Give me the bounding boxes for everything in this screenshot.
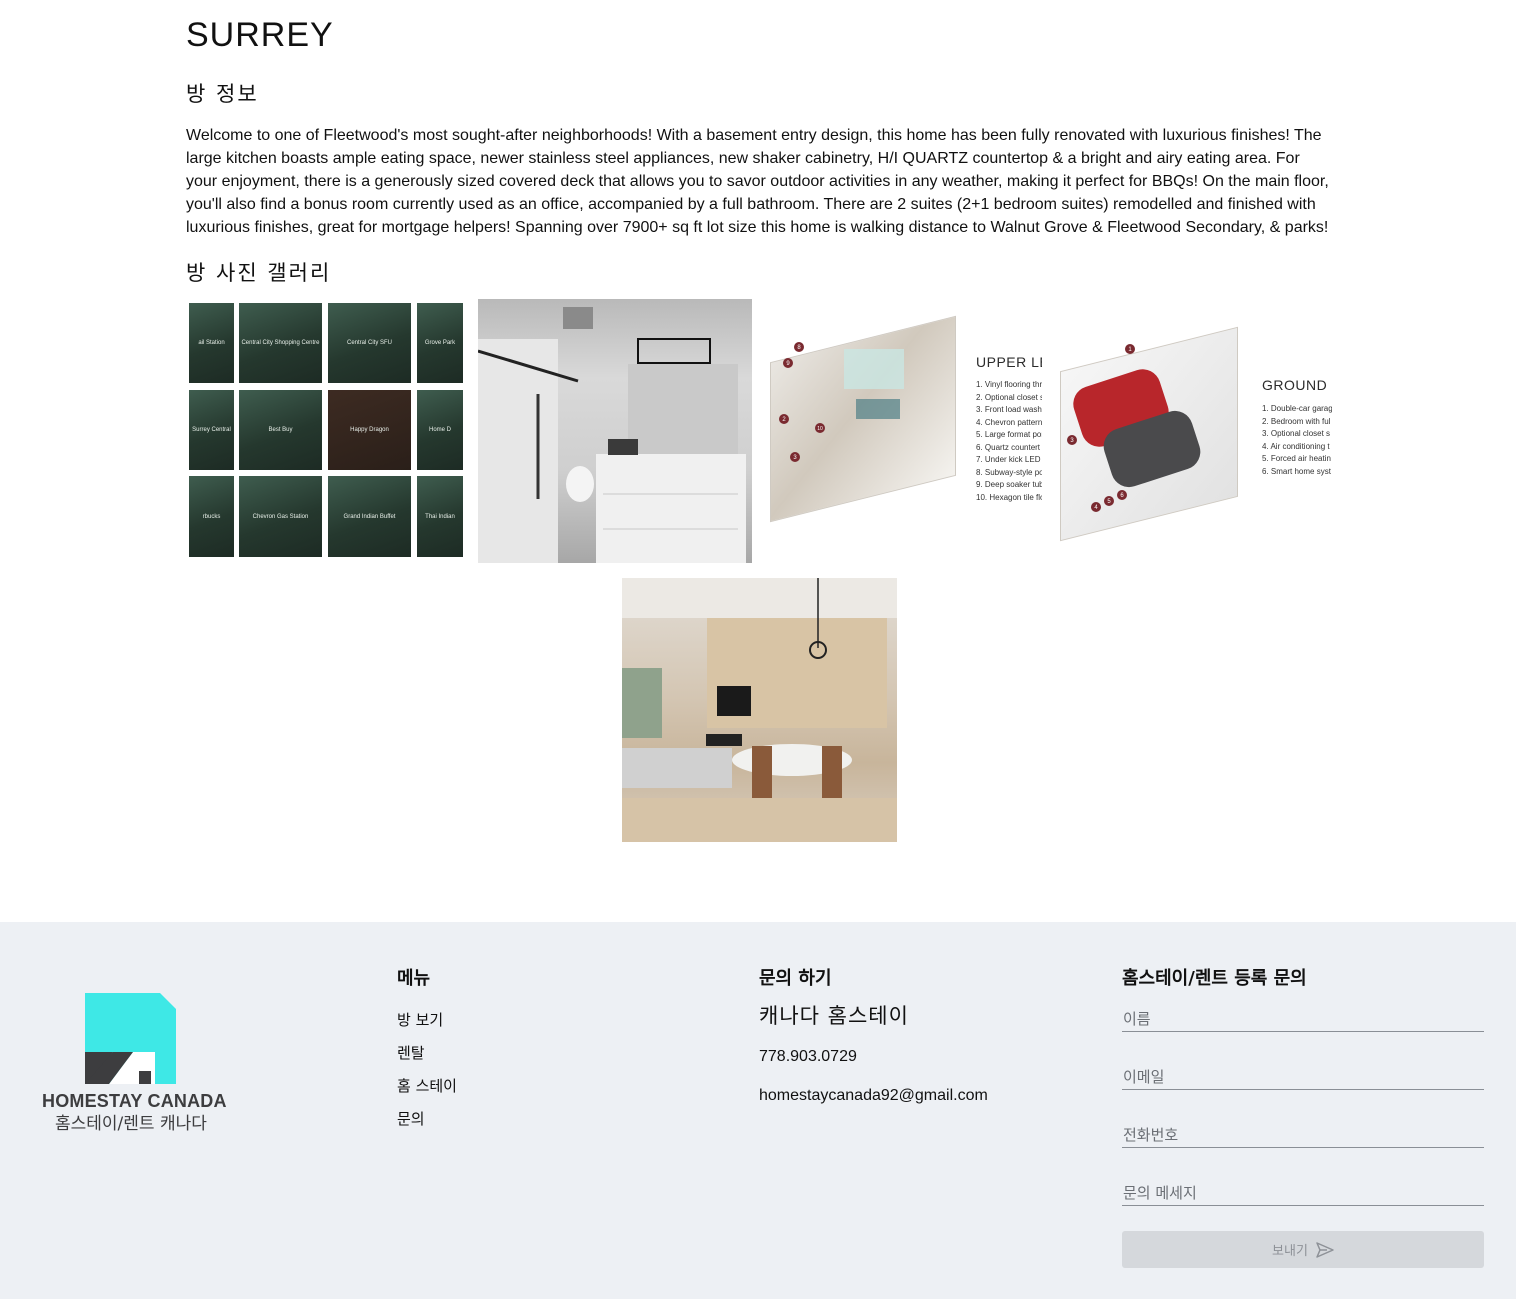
upper-level-title: UPPER LE <box>976 354 1042 370</box>
living-room-illustration <box>622 578 897 842</box>
svg-text:10: 10 <box>817 426 823 432</box>
phone-field[interactable] <box>1122 1126 1484 1148</box>
map-tile: rbucks <box>189 476 234 557</box>
send-button[interactable]: 보내기 <box>1122 1231 1484 1268</box>
contact-phone[interactable]: 778.903.0729 <box>759 1048 857 1066</box>
send-icon <box>1316 1241 1334 1258</box>
send-button-label: 보내기 <box>1272 1244 1308 1259</box>
menu-link-rooms[interactable]: 방 보기 <box>397 1009 443 1030</box>
site-footer: HOMESTAY CANADA 홈스테이/렌트 캐나다 메뉴 방 보기 렌탈 홈… <box>0 922 1516 1299</box>
name-field[interactable] <box>1122 1010 1484 1032</box>
map-tile: ail Station <box>189 303 234 383</box>
map-tile: Grove Park <box>417 303 463 383</box>
menu-heading: 메뉴 <box>397 968 431 989</box>
upper-level-features: 1. Vinyl flooring thr 2. Optional closet… <box>976 380 1042 502</box>
map-tile: Central City Shopping Centre <box>239 303 322 383</box>
gallery-photo-area-map[interactable]: ail Station Central City Shopping Centre… <box>186 299 464 561</box>
ground-level-title: GROUND L <box>1262 377 1332 393</box>
registration-form-heading: 홈스테이/렌트 등록 문의 <box>1122 968 1307 989</box>
gallery-photo-bathroom[interactable] <box>478 299 752 563</box>
contact-company-name: 캐나다 홈스테이 <box>759 1004 909 1028</box>
logo-brand-subtitle: 홈스테이/렌트 캐나다 <box>55 1114 207 1134</box>
menu-link-inquiry[interactable]: 문의 <box>397 1108 425 1129</box>
menu-link-rental[interactable]: 렌탈 <box>397 1042 425 1063</box>
homestay-logo-icon[interactable] <box>85 993 176 1084</box>
gallery-photo-ground-floorplan[interactable]: 1 3 4 5 6 GROUND L 1. Double-car garag 2… <box>1054 299 1332 563</box>
gallery-photo-living-room[interactable] <box>622 578 897 842</box>
bathroom-illustration <box>478 307 746 563</box>
map-tile: Home D <box>417 390 463 470</box>
map-tile: Best Buy <box>239 390 322 470</box>
contact-heading: 문의 하기 <box>759 968 832 989</box>
map-tile: Chevron Gas Station <box>239 476 322 557</box>
room-description: Welcome to one of Fleetwood's most sough… <box>186 127 1329 236</box>
map-tile: Thai Indian <box>417 476 463 557</box>
ground-level-features: 1. Double-car garag 2. Bedroom with ful … <box>1262 404 1332 476</box>
gallery-heading: 방 사진 갤러리 <box>186 261 332 285</box>
room-info-heading: 방 정보 <box>186 82 259 106</box>
map-tile: Surrey Central <box>189 390 234 470</box>
map-tile: Happy Dragon <box>328 390 411 470</box>
email-field[interactable] <box>1122 1068 1484 1090</box>
menu-link-homestay[interactable]: 홈 스테이 <box>397 1075 457 1096</box>
gallery-photo-upper-floorplan[interactable]: 8 9 2 10 3 UPPER LE 1. Vinyl flooring th… <box>766 299 1042 563</box>
message-field[interactable] <box>1122 1184 1484 1206</box>
map-tile: Grand Indian Buffet <box>328 476 411 557</box>
map-tile: Central City SFU <box>328 303 411 383</box>
page-title: SURREY <box>186 16 334 54</box>
contact-email[interactable]: homestaycanada92@gmail.com <box>759 1087 988 1105</box>
